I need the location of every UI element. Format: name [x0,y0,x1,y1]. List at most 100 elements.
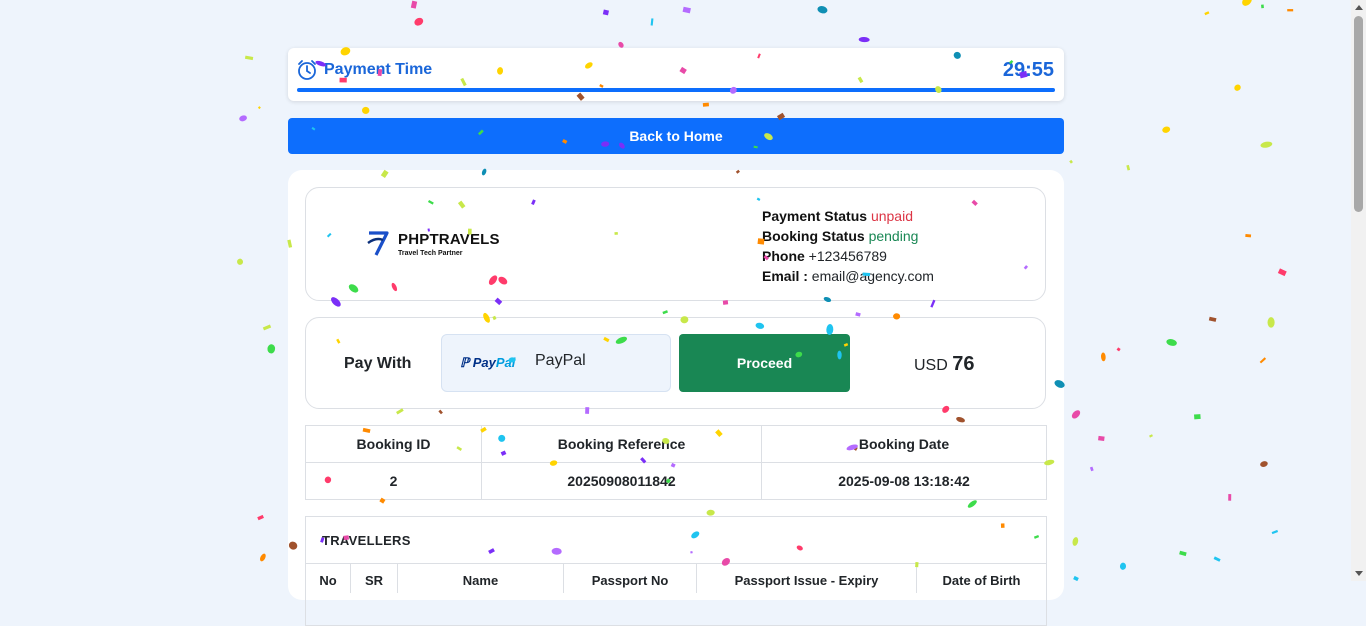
confetti-piece [262,324,272,331]
confetti-piece [1116,347,1121,352]
confetti-piece [1213,556,1221,562]
brand-name: PHPTRAVELS [398,231,500,248]
col-sr: SR [351,563,398,593]
confetti-piece [1069,159,1073,164]
confetti-piece [1277,268,1287,277]
paypal-logo-pay: Pay [472,355,496,370]
confetti-piece [702,102,709,107]
confetti-piece [410,0,418,9]
confetti-piece [1260,461,1268,467]
proceed-button[interactable]: Proceed [679,334,850,392]
booking-info-panel: PHPTRAVELS Travel Tech Partner Payment S… [305,187,1046,301]
col-passport-issue-expiry: Passport Issue - Expiry [697,563,917,593]
travellers-title: TRAVELLERS [322,533,411,548]
paypal-option[interactable]: ℙ PayPal PayPal [441,334,671,392]
confetti-piece [414,17,424,26]
confetti-piece [1179,550,1187,557]
confetti-piece [602,9,610,16]
confetti-piece [237,258,244,265]
currency: USD [914,357,948,374]
col-date-of-birth: Date of Birth [942,573,1021,588]
col-passport-no: Passport No [564,563,697,593]
payment-status-label: Payment Status [762,208,868,224]
col-booking-id: Booking ID [305,425,482,463]
confetti-piece [244,55,254,61]
confetti-piece [1208,316,1217,322]
pay-with-label: Pay With [344,355,412,372]
confetti-piece [1073,575,1079,581]
booking-status-list: Payment Status unpaid Booking Status pen… [762,206,934,286]
travellers-header-row: No SR Name Passport No Passport Issue - … [306,563,1046,593]
brand-mark-icon [367,231,389,256]
timer-progress-bar [297,88,1055,92]
confetti-piece [1234,84,1241,91]
col-name: Name [398,563,564,593]
confetti-piece [1260,141,1273,148]
confetti-piece [1245,234,1252,238]
page-scrollbar[interactable] [1351,0,1366,581]
confetti-piece [260,553,266,562]
paypal-logo-icon: ℙ PayPal [460,355,516,370]
confetti-piece [267,344,276,354]
col-no: No [306,563,351,593]
confetti-piece [1204,11,1210,16]
scroll-down-arrow-icon[interactable] [1355,571,1363,576]
paypal-label: PayPal [535,352,586,369]
col-booking-date: Booking Date [761,425,1047,463]
confetti-piece [1119,562,1127,570]
confetti-piece [257,106,261,110]
payment-panel: Pay With ℙ PayPal PayPal Proceed USD 76 [305,317,1046,409]
table-row: 2 20250908011842 2025-09-08 13:18:42 [305,462,1047,500]
confetti-piece [1267,317,1275,328]
brand-tagline: Travel Tech Partner [398,250,463,257]
booking-date-value: 2025-09-08 13:18:42 [761,462,1047,500]
booking-status-label: Booking Status [762,228,865,244]
scrollbar-thumb[interactable] [1354,16,1363,212]
col-booking-reference: Booking Reference [481,425,762,463]
confetti-piece [1287,9,1294,12]
confetti-piece [1228,494,1232,501]
confetti-piece [1098,435,1105,441]
confetti-piece [1071,410,1081,419]
payment-amount: USD 76 [914,353,974,376]
confetti-piece [1194,414,1201,420]
email-label: Email : [762,268,808,284]
confetti-piece [1261,4,1264,9]
confetti-piece [1242,0,1252,6]
confetti-piece [1126,164,1131,171]
brand-logo: PHPTRAVELS Travel Tech Partner [366,229,506,259]
confetti-piece [1149,434,1153,438]
booking-table: Booking ID Booking Reference Booking Dat… [305,425,1047,500]
phone-value: +123456789 [808,248,887,264]
booking-reference-value: 20250908011842 [481,462,762,500]
phone-label: Phone [762,248,805,264]
travellers-section: TRAVELLERS No SR Name Passport No Passpo… [305,516,1047,626]
booking-card: PHPTRAVELS Travel Tech Partner Payment S… [288,170,1064,626]
confetti-piece [1271,529,1279,535]
confetti-piece [650,18,654,26]
timer-countdown: 29:55 [1002,59,1054,81]
confetti-piece [1259,357,1267,364]
payment-timer: Payment Time 29:55 [288,48,1064,101]
amount-value: 76 [952,353,975,375]
confetti-piece [361,106,370,114]
payment-status-value: unpaid [870,208,913,224]
confetti-piece [1089,466,1094,472]
booking-id-value: 2 [305,462,482,500]
confetti-piece [1072,537,1079,546]
paypal-logo-pal: Pal [495,355,516,370]
back-to-home-button[interactable]: Back to Home [288,118,1064,154]
confetti-piece [1101,352,1106,362]
email-value: email@agency.com [811,268,934,284]
scroll-up-arrow-icon[interactable] [1355,5,1363,10]
confetti-piece [257,514,264,521]
confetti-piece [858,37,870,43]
timer-title: Payment Time [324,61,433,78]
confetti-piece [1162,126,1171,133]
confetti-piece [817,6,828,14]
confetti-piece [1166,339,1177,346]
confetti-piece [239,115,247,122]
table-header-row: Booking ID Booking Reference Booking Dat… [305,425,1047,463]
alarm-clock-icon [298,60,316,80]
confetti-piece [682,6,691,14]
